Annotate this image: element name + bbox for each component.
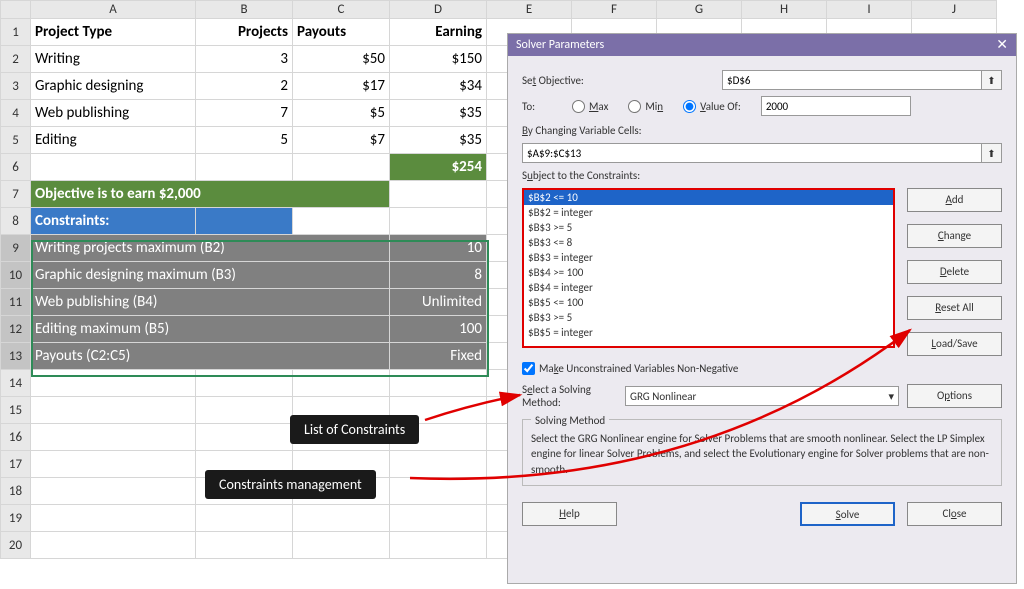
constraint-value[interactable]: Fixed — [390, 343, 487, 370]
constraint-row[interactable]: Writing projects maximum (B2) — [31, 235, 390, 262]
constraint-value[interactable]: 8 — [390, 262, 487, 289]
col-D-header[interactable]: D — [390, 1, 487, 19]
constraint-item[interactable]: $B$4 = integer — [524, 280, 893, 295]
change-button[interactable]: Change — [907, 224, 1002, 248]
value-of-input[interactable] — [761, 96, 911, 116]
solver-dialog: Solver Parameters ✕ Set Objective: ⬆ To:… — [507, 33, 1017, 584]
solve-button[interactable]: Solve — [800, 502, 895, 526]
constraint-item[interactable]: $B$3 = integer — [524, 250, 893, 265]
col-F-header[interactable]: F — [572, 1, 657, 19]
objective-text[interactable]: Objective is to earn $2,000 — [31, 181, 390, 208]
constraint-row[interactable]: Graphic designing maximum (B3) — [31, 262, 390, 289]
range-picker-icon[interactable]: ⬆ — [982, 70, 1002, 90]
nonneg-label: Make Unconstrained Variables Non-Negativ… — [539, 362, 738, 375]
col-C-header[interactable]: C — [293, 1, 390, 19]
constraint-row[interactable]: Payouts (C2:C5) — [31, 343, 390, 370]
constraints-header-cell[interactable]: Constraints: — [31, 208, 196, 235]
cell-B5[interactable]: 5 — [196, 127, 293, 154]
constraint-item[interactable]: $B$3 <= 8 — [524, 235, 893, 250]
cell-D1[interactable]: Earning — [390, 19, 487, 46]
col-G-header[interactable]: G — [657, 1, 742, 19]
col-E-header[interactable]: E — [487, 1, 572, 19]
cell-A4[interactable]: Web publishing — [31, 100, 196, 127]
constraint-item[interactable]: $B$2 <= 10 — [524, 190, 893, 205]
dialog-titlebar[interactable]: Solver Parameters ✕ — [508, 34, 1016, 56]
changing-cells-label: By Changing Variable Cells: — [522, 124, 642, 137]
objective-input[interactable] — [722, 70, 982, 90]
constraint-item[interactable]: $B$5 <= 100 — [524, 295, 893, 310]
cell-D5[interactable]: $35 — [390, 127, 487, 154]
cell-D6-total[interactable]: $254 — [390, 154, 487, 181]
cell-C2[interactable]: $50 — [293, 46, 390, 73]
cell-C1[interactable]: Payouts — [293, 19, 390, 46]
col-H-header[interactable]: H — [742, 1, 827, 19]
col-J-header[interactable]: J — [912, 1, 997, 19]
solving-method-section: Solving Method Select the GRG Nonlinear … — [522, 419, 1002, 486]
cell-C4[interactable]: $5 — [293, 100, 390, 127]
cell-A3[interactable]: Graphic designing — [31, 73, 196, 100]
col-I-header[interactable]: I — [827, 1, 912, 19]
max-radio[interactable]: Max — [572, 100, 608, 113]
close-icon[interactable]: ✕ — [996, 34, 1008, 56]
cell-D2[interactable]: $150 — [390, 46, 487, 73]
constraint-row[interactable]: Editing maximum (B5) — [31, 316, 390, 343]
cell-A5[interactable]: Editing — [31, 127, 196, 154]
solving-method-label: Select a Solving Method: — [522, 383, 617, 409]
value-of-radio[interactable]: Value Of: — [683, 100, 741, 113]
changing-cells-input[interactable] — [522, 143, 982, 163]
options-button[interactable]: Options — [907, 384, 1002, 408]
cell-D3[interactable]: $34 — [390, 73, 487, 100]
min-radio[interactable]: Min — [628, 100, 663, 113]
solving-method-dropdown[interactable]: GRG Nonlinear ▾ — [625, 386, 899, 406]
cell-D4[interactable]: $35 — [390, 100, 487, 127]
constraint-value[interactable]: 100 — [390, 316, 487, 343]
constraint-value[interactable]: 10 — [390, 235, 487, 262]
col-A-header[interactable]: A — [31, 1, 196, 19]
cell-A1[interactable]: Project Type — [31, 19, 196, 46]
constraint-item[interactable]: $B$4 >= 100 — [524, 265, 893, 280]
solving-method-title: Solving Method — [531, 414, 609, 427]
annotation-constraints-mgmt: Constraints management — [205, 470, 376, 499]
solving-method-text: Select the GRG Nonlinear engine for Solv… — [531, 431, 993, 477]
constraint-item[interactable]: $B$3 >= 5 — [524, 220, 893, 235]
cell-B4[interactable]: 7 — [196, 100, 293, 127]
close-button[interactable]: Close — [907, 502, 1002, 526]
dialog-title: Solver Parameters — [516, 34, 604, 56]
add-button[interactable]: Add — [907, 188, 1002, 212]
nonneg-checkbox[interactable] — [522, 362, 535, 375]
constraint-item[interactable]: $B$2 = integer — [524, 205, 893, 220]
load-save-button[interactable]: Load/Save — [907, 332, 1002, 356]
cell-B3[interactable]: 2 — [196, 73, 293, 100]
cell-C3[interactable]: $17 — [293, 73, 390, 100]
cell-C5[interactable]: $7 — [293, 127, 390, 154]
range-picker-icon[interactable]: ⬆ — [982, 143, 1002, 163]
delete-button[interactable]: Delete — [907, 260, 1002, 284]
help-button[interactable]: Help — [522, 502, 617, 526]
constraint-item[interactable]: $B$5 = integer — [524, 325, 893, 340]
constraint-row[interactable]: Web publishing (B4) — [31, 289, 390, 316]
row-1-header[interactable]: 1 — [1, 19, 31, 46]
subject-label: Subject to the Constraints: — [522, 169, 640, 182]
annotation-list-constraints: List of Constraints — [290, 415, 419, 444]
constraint-value[interactable]: Unlimited — [390, 289, 487, 316]
cell-B2[interactable]: 3 — [196, 46, 293, 73]
constraint-item[interactable]: $B$3 >= 5 — [524, 310, 893, 325]
column-headers: A B C D E F G H I J — [1, 1, 997, 19]
set-objective-label: Set Objective: — [522, 74, 722, 87]
constraints-listbox[interactable]: $B$2 <= 10 $B$2 = integer $B$3 >= 5 $B$3… — [522, 188, 895, 348]
col-B-header[interactable]: B — [196, 1, 293, 19]
cell-A2[interactable]: Writing — [31, 46, 196, 73]
to-label: To: — [522, 100, 572, 113]
cell-B1[interactable]: Projects — [196, 19, 293, 46]
chevron-down-icon: ▾ — [888, 390, 894, 403]
reset-all-button[interactable]: Reset All — [907, 296, 1002, 320]
